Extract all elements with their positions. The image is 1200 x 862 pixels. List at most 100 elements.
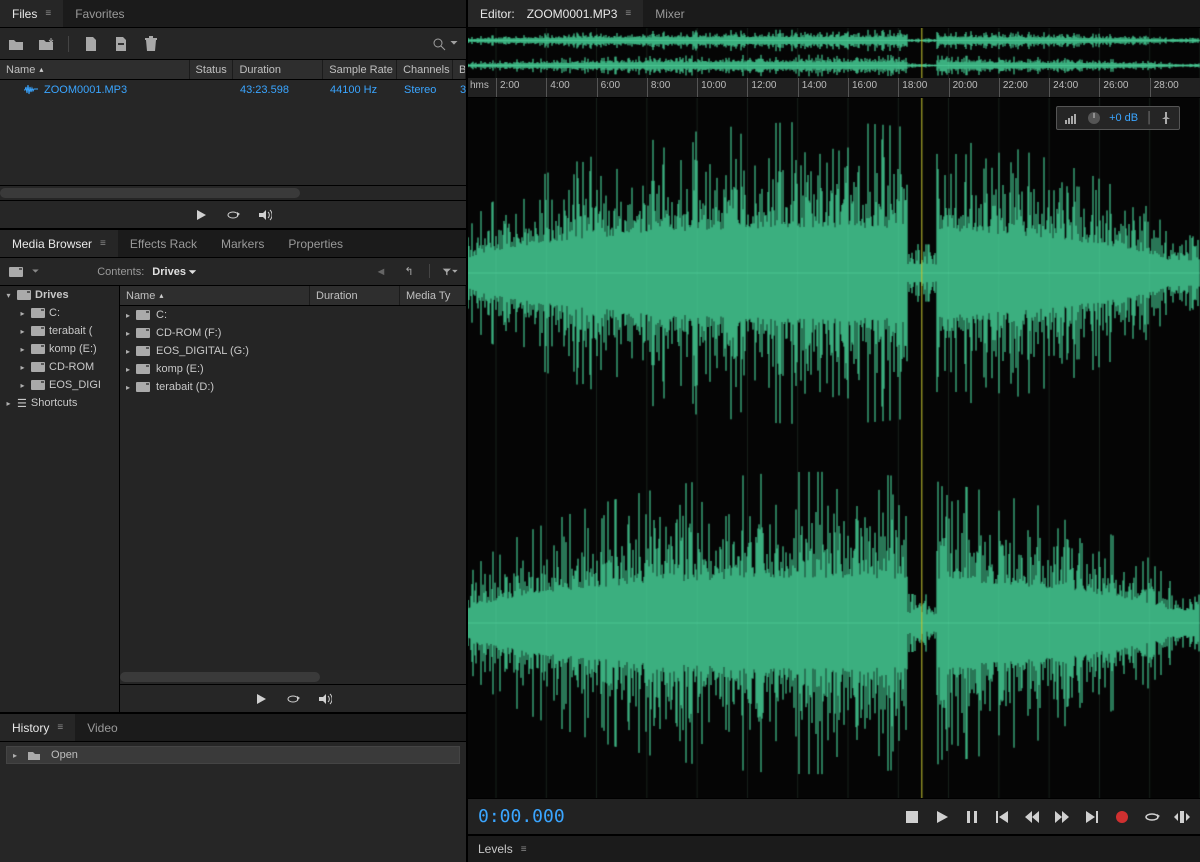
contents-hscroll[interactable] <box>120 670 466 684</box>
panel-menu-icon[interactable]: ≡ <box>100 238 106 249</box>
list-item[interactable]: ▸C: <box>120 306 466 324</box>
play-button[interactable] <box>934 809 950 825</box>
drive-dropdown-icon[interactable]: ⏷ <box>32 266 39 277</box>
go-to-start-button[interactable] <box>994 809 1010 825</box>
list-item[interactable]: ▸komp (E:) <box>120 360 466 378</box>
tree-item[interactable]: ▸CD-ROM <box>0 358 119 376</box>
play-button[interactable] <box>194 208 208 222</box>
column-bit[interactable]: Bi <box>453 60 466 79</box>
tab-effects-rack[interactable]: Effects Rack <box>118 230 209 257</box>
tree-item-label: komp (E:) <box>49 343 97 355</box>
pause-button[interactable] <box>964 809 980 825</box>
drive-icon <box>31 326 45 336</box>
tab-properties[interactable]: Properties <box>276 230 355 257</box>
contents-col-name[interactable]: Name <box>120 286 310 305</box>
open-history-icon <box>27 749 41 761</box>
stop-button[interactable] <box>904 809 920 825</box>
list-item[interactable]: ▸CD-ROM (F:) <box>120 324 466 342</box>
ruler-tick-label: 14:00 <box>802 80 827 91</box>
auto-play-button[interactable] <box>258 208 272 222</box>
search-dropdown-icon[interactable]: ⏷ <box>450 38 458 49</box>
tab-media-browser[interactable]: Media Browser≡ <box>0 230 118 257</box>
ruler-tick-label: 4:00 <box>550 80 569 91</box>
tab-favorites[interactable]: Favorites <box>63 0 136 27</box>
tab-editor[interactable]: Editor: ZOOM0001.MP3 ≡ <box>468 0 643 27</box>
nav-up-icon[interactable]: ↰ <box>401 264 417 280</box>
tab-markers[interactable]: Markers <box>209 230 276 257</box>
column-channels[interactable]: Channels <box>397 60 453 79</box>
forward-button[interactable] <box>1054 809 1070 825</box>
file-row[interactable]: ZOOM0001.MP3 43:23.598 44100 Hz Stereo 3 <box>0 80 466 100</box>
list-item[interactable]: ▸EOS_DIGITAL (G:) <box>120 342 466 360</box>
column-name[interactable]: Name <box>0 60 190 79</box>
panel-menu-icon[interactable]: ≡ <box>45 8 51 19</box>
tree-root-drives[interactable]: ▾Drives <box>0 286 119 304</box>
contents-dropdown-value: Drives <box>152 266 186 278</box>
time-ruler[interactable]: hms 2:004:006:008:0010:0012:0014:0016:00… <box>468 78 1200 98</box>
contents-dropdown[interactable]: Drives ⏷ <box>152 266 196 278</box>
contents-col-media[interactable]: Media Ty <box>400 286 466 305</box>
column-duration[interactable]: Duration <box>233 60 323 79</box>
file-sample-rate: 44100 Hz <box>324 84 398 96</box>
column-status[interactable]: Status <box>190 60 234 79</box>
panel-menu-icon[interactable]: ≡ <box>57 722 63 733</box>
ruler-tick-label: 18:00 <box>902 80 927 91</box>
tree-item[interactable]: ▸terabait ( <box>0 322 119 340</box>
drive-list-icon[interactable] <box>8 264 24 280</box>
tab-video[interactable]: Video <box>75 714 129 741</box>
history-panel-tabs: History ≡ Video <box>0 714 466 742</box>
tab-history[interactable]: History ≡ <box>0 714 75 741</box>
search-field[interactable]: ⏷ <box>432 37 458 51</box>
waveform-editor[interactable]: +0 dB │ <box>468 98 1200 798</box>
new-multitrack-icon[interactable] <box>113 36 129 52</box>
tree-item[interactable]: ▸C: <box>0 304 119 322</box>
tree-item[interactable]: ▸EOS_DIGI <box>0 376 119 394</box>
import-icon[interactable] <box>38 36 54 52</box>
go-to-end-button[interactable] <box>1084 809 1100 825</box>
contents-col-duration[interactable]: Duration <box>310 286 400 305</box>
tab-history-label: History <box>12 721 49 735</box>
media-panel-tabs: Media Browser≡ Effects Rack Markers Prop… <box>0 230 466 258</box>
list-item-label: terabait (D:) <box>156 381 214 393</box>
panel-menu-icon[interactable]: ≡ <box>625 8 631 19</box>
volume-hud[interactable]: +0 dB │ <box>1056 106 1180 130</box>
auto-play-button[interactable] <box>318 692 332 706</box>
list-item-label: CD-ROM (F:) <box>156 327 221 339</box>
files-hscroll[interactable] <box>0 186 466 200</box>
pin-icon[interactable] <box>1161 112 1171 124</box>
nav-back-icon[interactable]: ◄ <box>373 264 389 280</box>
record-button[interactable] <box>1114 809 1130 825</box>
files-columns-header: Name Status Duration Sample Rate Channel… <box>0 60 466 80</box>
tree-shortcuts[interactable]: ▸☰Shortcuts <box>0 394 119 412</box>
skip-selection-button[interactable] <box>1174 809 1190 825</box>
timecode[interactable]: 0:00.000 <box>478 806 565 827</box>
separator <box>68 36 69 52</box>
list-item-label: EOS_DIGITAL (G:) <box>156 345 249 357</box>
play-button[interactable] <box>254 692 268 706</box>
contents-label: Contents: <box>97 266 144 278</box>
tree-item[interactable]: ▸komp (E:) <box>0 340 119 358</box>
ruler-tick-label: 12:00 <box>751 80 776 91</box>
new-file-icon[interactable] <box>83 36 99 52</box>
loop-playback-button[interactable] <box>1144 809 1160 825</box>
panel-menu-icon[interactable]: ≡ <box>521 844 527 855</box>
tab-files[interactable]: Files ≡ <box>0 0 63 27</box>
delete-icon[interactable] <box>143 36 159 52</box>
list-item[interactable]: ▸terabait (D:) <box>120 378 466 396</box>
hud-knob-icon[interactable] <box>1087 111 1101 125</box>
ruler-tick: 26:00 <box>1099 78 1100 97</box>
history-item[interactable]: ▸ Open <box>6 746 460 764</box>
tab-mixer[interactable]: Mixer <box>643 0 696 27</box>
column-sample-rate[interactable]: Sample Rate <box>323 60 397 79</box>
main-transport: 0:00.000 <box>468 798 1200 834</box>
open-file-icon[interactable] <box>8 36 24 52</box>
file-channels: Stereo <box>398 84 454 96</box>
hud-bars-icon <box>1065 112 1079 124</box>
filter-icon[interactable]: ⏷ <box>442 264 458 280</box>
tree-item-label: terabait ( <box>49 325 92 337</box>
waveform-overview[interactable] <box>468 28 1200 78</box>
loop-button[interactable] <box>286 692 300 706</box>
ruler-tick: 22:00 <box>999 78 1000 97</box>
loop-button[interactable] <box>226 208 240 222</box>
rewind-button[interactable] <box>1024 809 1040 825</box>
